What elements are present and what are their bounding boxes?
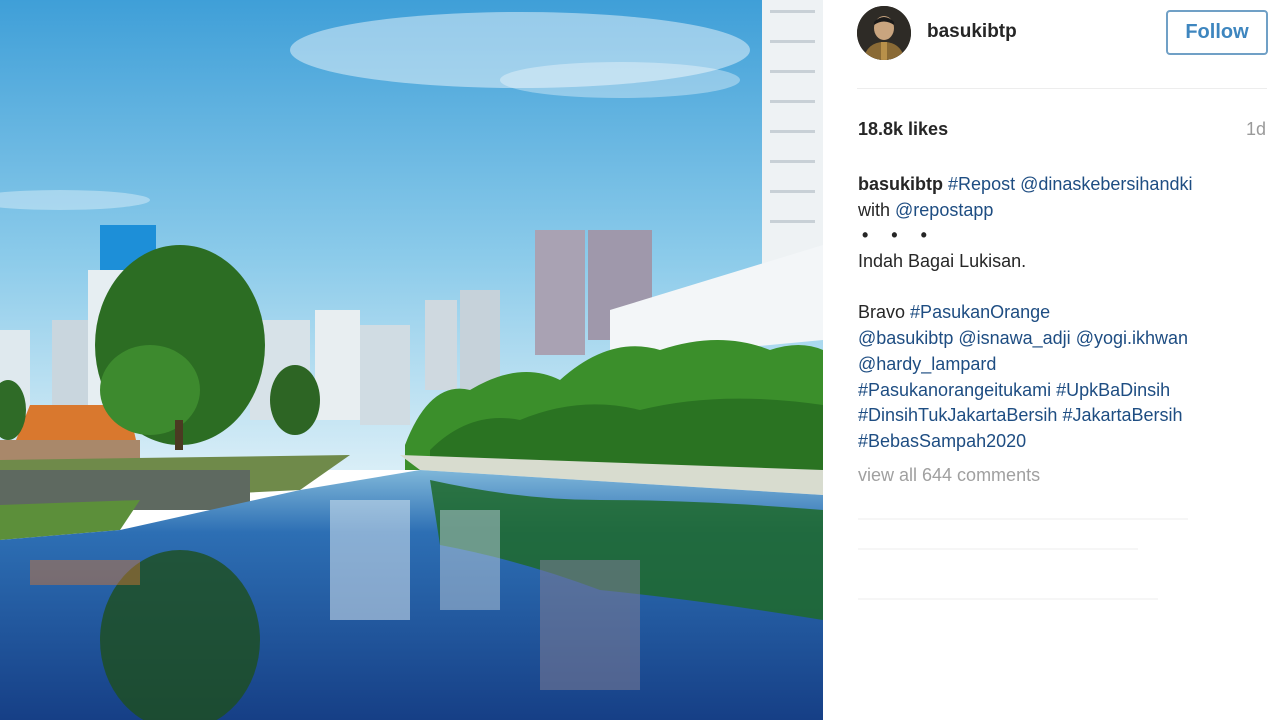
- username-link[interactable]: basukibtp: [927, 21, 1017, 43]
- caption-username-link[interactable]: basukibtp: [858, 174, 943, 194]
- post-caption: basukibtp #Repost @dinaskebersihandki wi…: [858, 172, 1263, 455]
- caption-line: with @repostapp: [858, 198, 1263, 224]
- post-photo[interactable]: [0, 0, 823, 720]
- hashtag-link[interactable]: #JakartaBersih: [1062, 405, 1182, 425]
- likes-count[interactable]: 18.8k likes: [858, 119, 948, 140]
- mention-link[interactable]: @repostapp: [895, 200, 993, 220]
- post-timestamp[interactable]: 1d: [1246, 119, 1266, 140]
- view-all-comments-link[interactable]: view all 644 comments: [858, 465, 1040, 486]
- river-cityscape-image: [0, 0, 823, 720]
- hashtag-link[interactable]: #PasukanOrange: [910, 302, 1050, 322]
- caption-text: Indah Bagai Lukisan.: [858, 251, 1027, 272]
- mention-link[interactable]: @isnawa_adji: [958, 328, 1070, 348]
- caption-line: #BebasSampah2020: [858, 429, 1263, 455]
- mention-link[interactable]: @dinaskebersihandki: [1020, 174, 1192, 194]
- caption-line: #Pasukanorangeitukami #UpkBaDinsih: [858, 378, 1263, 404]
- caption-line: basukibtp #Repost @dinaskebersihandki: [858, 172, 1263, 198]
- comment-placeholder: [858, 518, 1188, 520]
- hashtag-link[interactable]: #DinsihTukJakartaBersih: [858, 405, 1057, 425]
- caption-text: with: [858, 199, 891, 220]
- post-details-panel: basukibtp Follow 18.8k likes 1d basukibt…: [823, 0, 1280, 720]
- hashtag-link[interactable]: #UpkBaDinsih: [1056, 380, 1170, 400]
- comment-placeholder: [858, 548, 1138, 550]
- post-header: basukibtp Follow: [823, 0, 1280, 88]
- avatar[interactable]: [857, 6, 911, 60]
- caption-line: @basukibtp @isnawa_adji @yogi.ikhwan: [858, 326, 1263, 352]
- caption-text: Bravo: [858, 302, 906, 323]
- caption-line: @hardy_lampard: [858, 352, 1263, 378]
- comment-placeholder: [858, 598, 1158, 600]
- profile-photo-icon: [857, 6, 911, 60]
- header-divider: [857, 88, 1267, 89]
- mention-link[interactable]: @hardy_lampard: [858, 354, 996, 374]
- caption-line: Bravo #PasukanOrange: [858, 300, 1263, 326]
- caption-dots: • • •: [862, 225, 936, 246]
- hashtag-link[interactable]: #Repost: [948, 174, 1015, 194]
- caption-line: #DinsihTukJakartaBersih #JakartaBersih: [858, 403, 1263, 429]
- hashtag-link[interactable]: #Pasukanorangeitukami: [858, 380, 1051, 400]
- mention-link[interactable]: @basukibtp: [858, 328, 953, 348]
- follow-button[interactable]: Follow: [1166, 10, 1268, 55]
- hashtag-link[interactable]: #BebasSampah2020: [858, 431, 1026, 451]
- mention-link[interactable]: @yogi.ikhwan: [1076, 328, 1188, 348]
